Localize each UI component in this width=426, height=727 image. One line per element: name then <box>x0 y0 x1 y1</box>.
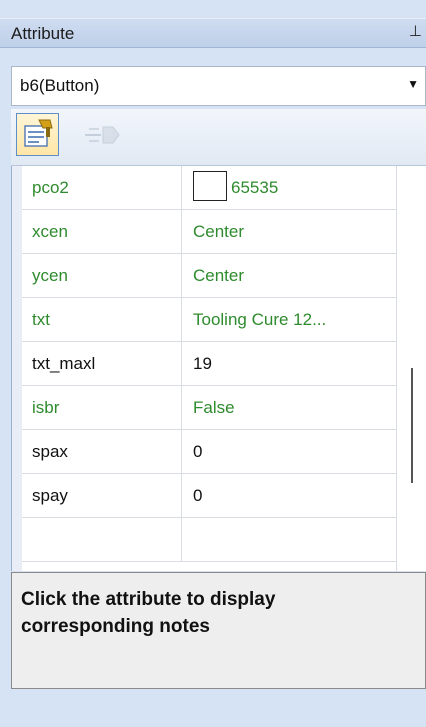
property-rows: pco2 65535 xcen Center ycen Center txt Tooling … <box>22 166 396 562</box>
property-name: spay <box>22 474 182 517</box>
events-icon <box>85 126 120 144</box>
properties-button[interactable] <box>16 113 59 156</box>
property-row[interactable]: txt_maxl 19 <box>22 342 396 386</box>
scrollbar[interactable] <box>397 166 426 571</box>
property-row[interactable]: spay 0 <box>22 474 396 518</box>
toolbar <box>11 109 426 166</box>
properties-icon <box>24 119 53 147</box>
notes-text: Click the attribute to display correspon… <box>21 589 276 637</box>
scrollbar-thumb[interactable] <box>411 368 413 483</box>
property-grid: pco2 65535 xcen Center ycen Center txt Tooling … <box>11 166 426 571</box>
property-name: isbr <box>22 386 182 429</box>
notes-panel: Click the attribute to display correspon… <box>11 572 426 689</box>
property-name: ycen <box>22 254 182 297</box>
property-row[interactable]: isbr False <box>22 386 396 430</box>
property-name: spax <box>22 430 182 473</box>
property-name: xcen <box>22 210 182 253</box>
pin-icon[interactable]: ⊥ <box>409 22 422 40</box>
events-button[interactable] <box>83 123 123 147</box>
property-row[interactable] <box>22 518 396 562</box>
property-value-text: 0 <box>193 442 203 461</box>
property-value[interactable]: False <box>182 386 396 429</box>
property-value[interactable]: Center <box>182 210 396 253</box>
property-name: pco2 <box>22 166 182 209</box>
property-value-text: False <box>193 398 235 417</box>
status-strip <box>0 693 426 727</box>
property-row[interactable]: txt Tooling Cure 12... <box>22 298 396 342</box>
property-name: txt <box>22 298 182 341</box>
property-value-text: 65535 <box>231 178 279 197</box>
property-value-text: 0 <box>193 486 203 505</box>
property-value-text: 19 <box>193 354 212 373</box>
property-row[interactable]: spax 0 <box>22 430 396 474</box>
property-row[interactable]: ycen Center <box>22 254 396 298</box>
property-name: txt_maxl <box>22 342 182 385</box>
grid-gutter <box>12 166 22 571</box>
object-select-value: b6(Button) <box>20 76 100 95</box>
property-value[interactable]: Tooling Cure 12... <box>182 298 396 341</box>
property-value[interactable]: 19 <box>182 342 396 385</box>
property-row[interactable]: pco2 65535 <box>22 166 396 210</box>
property-name <box>22 518 182 561</box>
property-value-text: Center <box>193 266 245 285</box>
panel-header: Attribute ⊥ <box>0 18 426 48</box>
property-value[interactable] <box>182 518 396 561</box>
property-value[interactable]: 65535 <box>182 166 396 209</box>
chevron-down-icon[interactable]: ▼ <box>407 77 419 91</box>
panel-title: Attribute <box>11 24 75 43</box>
property-value[interactable]: 0 <box>182 430 396 473</box>
property-value[interactable]: Center <box>182 254 396 297</box>
object-select[interactable]: b6(Button) ▼ <box>11 66 426 106</box>
property-value[interactable]: 0 <box>182 474 396 517</box>
property-row[interactable]: xcen Center <box>22 210 396 254</box>
property-value-text: Center <box>193 222 245 241</box>
property-value-text: Tooling Cure 12... <box>193 310 327 329</box>
color-swatch[interactable] <box>193 170 227 201</box>
